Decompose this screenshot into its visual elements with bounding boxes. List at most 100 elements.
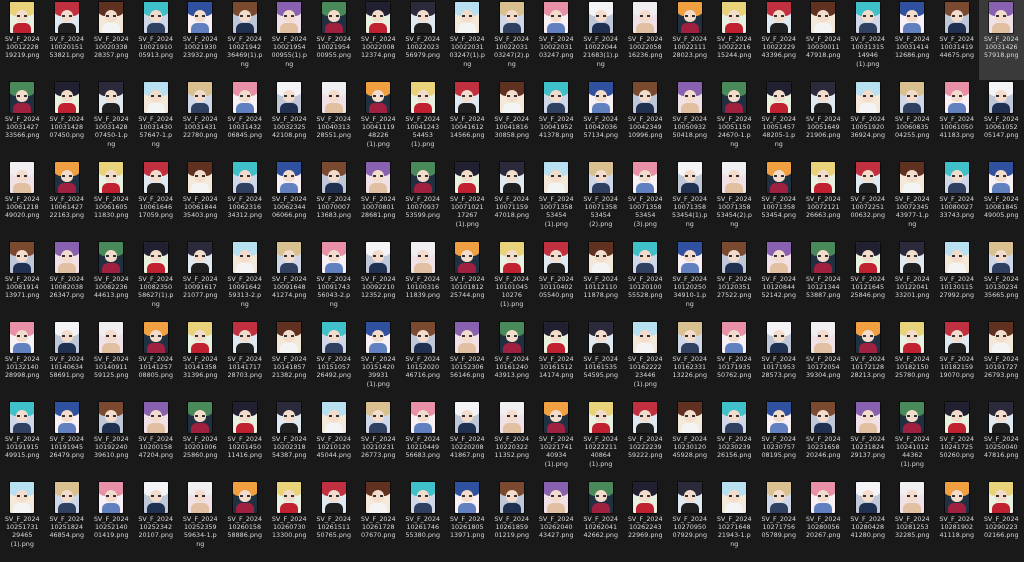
file-item[interactable]: SV_F_2024 10071358 53454 (1).png — [534, 160, 579, 240]
image-thumbnail[interactable] — [900, 402, 925, 433]
image-thumbnail[interactable] — [99, 82, 124, 113]
image-thumbnail[interactable] — [588, 2, 613, 33]
image-thumbnail[interactable] — [544, 482, 569, 513]
image-thumbnail[interactable] — [232, 482, 257, 513]
file-item[interactable]: SV_F_2024 10141857 21382.png — [267, 320, 312, 400]
file-item[interactable]: SV_F_2024 10082038 26347.png — [45, 240, 90, 320]
file-item[interactable]: SV_F_2024 10162222 23446 (1).png — [623, 320, 668, 400]
file-item[interactable]: SV_F_2024 10110402 05540.png — [534, 240, 579, 320]
file-item[interactable]: SV_F_2024 10230757 08195.png — [757, 400, 802, 480]
image-thumbnail[interactable] — [811, 402, 836, 433]
image-thumbnail[interactable] — [321, 242, 346, 273]
image-thumbnail[interactable] — [410, 242, 435, 273]
image-thumbnail[interactable] — [410, 2, 435, 33]
image-thumbnail[interactable] — [54, 2, 79, 33]
file-item[interactable]: SV_F_2024 10031315 14946 (1).png — [846, 0, 891, 80]
file-item[interactable]: SV_F_2024 10151420 39931 (1).png — [356, 320, 401, 400]
file-item[interactable]: SV_F_2024 10042349 10996.png — [623, 80, 668, 160]
file-item[interactable]: SV_F_2024 10022216 15244.png — [712, 0, 757, 80]
file-item[interactable]: SV_F_2024 10022031 03247(2).p ng — [490, 0, 535, 80]
image-thumbnail[interactable] — [277, 162, 302, 193]
file-item[interactable]: SV_F_2024 10191915 49915.png — [0, 400, 45, 480]
file-item[interactable]: SV_F_2024 10141717 28703.png — [223, 320, 268, 400]
image-thumbnail[interactable] — [633, 402, 658, 433]
image-thumbnail[interactable] — [544, 402, 569, 433]
image-thumbnail[interactable] — [499, 322, 524, 353]
image-thumbnail[interactable] — [10, 82, 35, 113]
file-item[interactable]: SV_F_2024 10121344 53887.png — [801, 240, 846, 320]
image-thumbnail[interactable] — [99, 402, 124, 433]
file-item[interactable]: SV_F_2024 10122041 33201.png — [890, 240, 935, 320]
image-thumbnail[interactable] — [54, 162, 79, 193]
image-thumbnail[interactable] — [766, 82, 791, 113]
file-item[interactable]: SV_F_2024 10251824 46854.png — [45, 480, 90, 560]
image-thumbnail[interactable] — [321, 482, 346, 513]
file-item[interactable]: SV_F_2024 10230120 45928.png — [668, 400, 713, 480]
image-thumbnail[interactable] — [855, 162, 880, 193]
image-thumbnail[interactable] — [722, 242, 747, 273]
image-thumbnail[interactable] — [143, 402, 168, 433]
file-item[interactable]: SV_F_2024 10222211 40864 (1).png — [579, 400, 624, 480]
file-item[interactable]: SV_F_2024 10041952 41378.png — [534, 80, 579, 160]
image-thumbnail[interactable] — [989, 2, 1014, 33]
file-item[interactable]: SV_F_2024 10132140 28998.png — [0, 320, 45, 400]
image-thumbnail[interactable] — [900, 242, 925, 273]
image-thumbnail[interactable] — [677, 402, 702, 433]
file-item[interactable]: SV_F_2024 10120250 34910-1.p ng — [668, 240, 713, 320]
file-item[interactable]: SV_F_2024 10250040 47816.png — [979, 400, 1024, 480]
file-item[interactable]: SV_F_2024 10241012 44362 (1).png — [890, 400, 935, 480]
image-thumbnail[interactable] — [944, 242, 969, 273]
image-thumbnail[interactable] — [10, 482, 35, 513]
file-item[interactable]: SV_F_2024 10270950 07929.png — [668, 480, 713, 560]
file-item[interactable]: SV_F_2024 10081914 13971.png — [0, 240, 45, 320]
file-item[interactable]: SV_F_2024 10081845 49005.png — [979, 160, 1024, 240]
file-item[interactable]: SV_F_2024 10151057 26492.png — [312, 320, 357, 400]
image-thumbnail[interactable] — [455, 482, 480, 513]
image-thumbnail[interactable] — [366, 162, 391, 193]
file-item[interactable]: SV_F_2024 10072345 43977-1.p ng — [890, 160, 935, 240]
image-thumbnail[interactable] — [54, 402, 79, 433]
file-item[interactable]: SV_F_2024 10012228 19219.png — [0, 0, 45, 80]
image-thumbnail[interactable] — [99, 482, 124, 513]
image-thumbnail[interactable] — [366, 402, 391, 433]
image-thumbnail[interactable] — [766, 2, 791, 33]
image-thumbnail[interactable] — [188, 242, 213, 273]
image-thumbnail[interactable] — [99, 162, 124, 193]
image-thumbnail[interactable] — [588, 242, 613, 273]
file-item[interactable]: SV_F_2024 10120100 55528.png — [623, 240, 668, 320]
image-thumbnail[interactable] — [811, 162, 836, 193]
file-item[interactable]: SV_F_2024 10161512 14174.png — [534, 320, 579, 400]
file-item[interactable]: SV_F_2024 10031426 57918.png — [979, 0, 1024, 80]
image-thumbnail[interactable] — [633, 82, 658, 113]
image-thumbnail[interactable] — [410, 482, 435, 513]
image-thumbnail[interactable] — [766, 482, 791, 513]
image-thumbnail[interactable] — [499, 482, 524, 513]
file-item[interactable]: SV_F_2024 10252140 01419.png — [89, 480, 134, 560]
image-thumbnail[interactable] — [232, 162, 257, 193]
image-thumbnail[interactable] — [54, 322, 79, 353]
file-item[interactable]: SV_F_2024 10281902 41118.png — [935, 480, 980, 560]
file-item[interactable]: SV_F_2024 10082350 58627(1).p ng — [134, 240, 179, 320]
image-thumbnail[interactable] — [188, 402, 213, 433]
image-thumbnail[interactable] — [10, 162, 35, 193]
image-thumbnail[interactable] — [989, 162, 1014, 193]
image-thumbnail[interactable] — [321, 402, 346, 433]
file-item[interactable]: SV_F_2024 10252359 59634-1.p ng — [178, 480, 223, 560]
image-thumbnail[interactable] — [722, 482, 747, 513]
file-item[interactable]: SV_F_2024 10050932 50418.png — [668, 80, 713, 160]
file-item[interactable]: SV_F_2024 10022031 03247(1).p ng — [445, 0, 490, 80]
file-item[interactable]: SV_F_2024 10202318 54387.png — [267, 400, 312, 480]
file-item[interactable]: SV_F_2024 10252342 20107.png — [134, 480, 179, 560]
file-item[interactable]: SV_F_2024 10021942 36469(1).p ng — [223, 0, 268, 80]
image-thumbnail[interactable] — [722, 82, 747, 113]
file-item[interactable]: SV_F_2024 10020338 28357.png — [89, 0, 134, 80]
file-item[interactable]: SV_F_2024 10070937 53599.png — [401, 160, 446, 240]
file-item[interactable]: SV_F_2024 10092210 12352.png — [356, 240, 401, 320]
image-thumbnail[interactable] — [811, 322, 836, 353]
file-item[interactable]: SV_F_2024 10022111 28023.png — [668, 0, 713, 80]
file-item[interactable]: SV_F_2024 10080027 33743.png — [935, 160, 980, 240]
image-thumbnail[interactable] — [321, 82, 346, 113]
image-thumbnail[interactable] — [855, 402, 880, 433]
file-item[interactable]: SV_F_2024 10172054 39304.png — [801, 320, 846, 400]
file-item[interactable]: SV_F_2024 10051150 24670-1.p ng — [712, 80, 757, 160]
